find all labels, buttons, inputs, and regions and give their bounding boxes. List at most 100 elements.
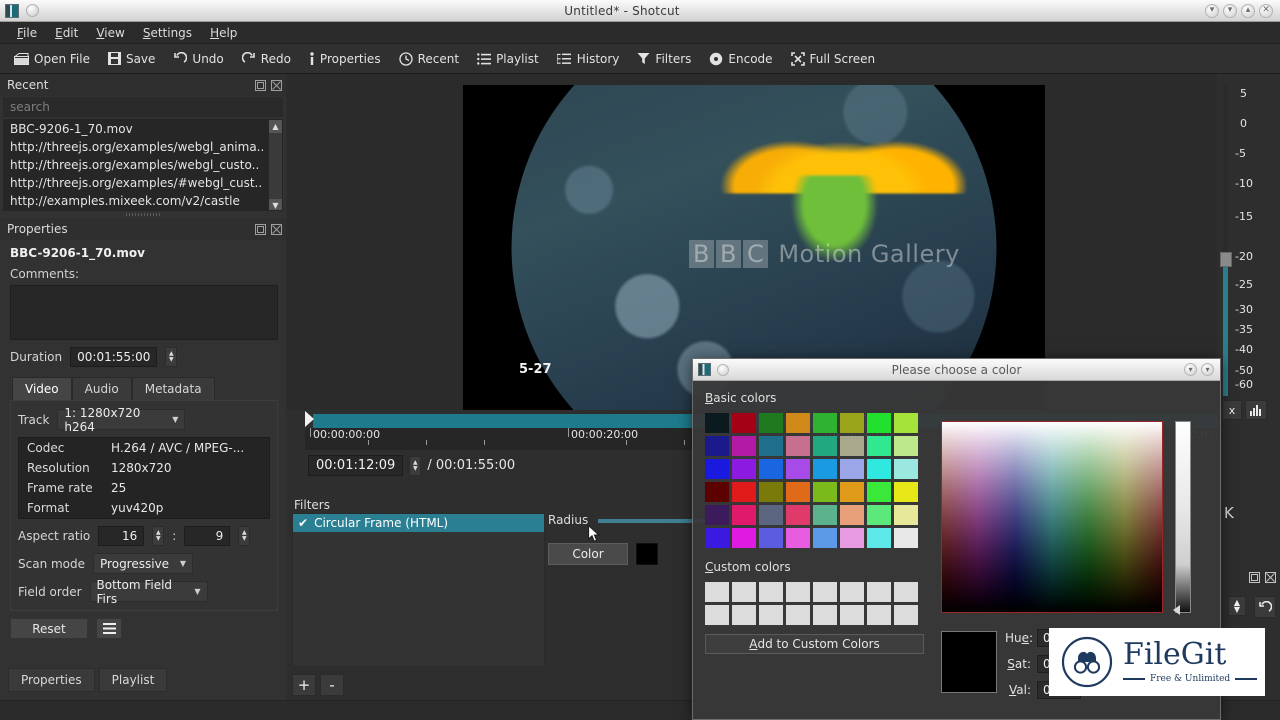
custom-color-swatch[interactable] [705,582,729,602]
shade-button[interactable]: ▾ [1205,3,1219,18]
undo-icon[interactable] [1254,596,1276,618]
audio-meter[interactable]: 5 0 -5 -10 -15 -20 -25 -30 -35 -40 -50 -… [1220,78,1278,408]
basic-color-swatch[interactable] [840,528,864,548]
bottom-tab-properties[interactable]: Properties [8,668,95,692]
basic-color-swatch[interactable] [705,459,729,479]
list-item[interactable]: http://threejs.org/examples/#webgl_cust.… [4,174,282,192]
remove-filter-button[interactable]: - [320,674,344,696]
tab-metadata[interactable]: Metadata [131,377,215,400]
custom-color-swatch[interactable] [759,605,783,625]
color-swatch[interactable] [636,543,658,565]
bottom-tab-playlist[interactable]: Playlist [98,668,168,692]
meter-handle[interactable] [1220,252,1232,267]
basic-color-swatch[interactable] [732,413,756,433]
basic-color-swatch[interactable] [894,482,918,502]
filter-checkbox[interactable]: ✔ [298,516,308,530]
maximize-button[interactable]: ▴ [1241,3,1255,18]
basic-color-swatch[interactable] [786,436,810,456]
dialog-close-button[interactable]: ▾ [1201,363,1214,376]
toolbar-full-screen[interactable]: Full Screen [783,49,884,69]
basic-color-swatch[interactable] [840,505,864,525]
dock-splitter[interactable] [0,211,286,218]
custom-color-swatch[interactable] [867,605,891,625]
menu-help[interactable]: Help [201,24,246,42]
basic-color-swatch[interactable] [705,505,729,525]
custom-color-swatch[interactable] [786,605,810,625]
basic-color-swatch[interactable] [813,436,837,456]
meter-icon[interactable] [1245,400,1267,420]
custom-color-swatch[interactable] [813,605,837,625]
basic-color-swatch[interactable] [867,528,891,548]
vertical-resize-icon[interactable]: ▲ ▼ [1228,596,1246,616]
dialog-menu-icon[interactable] [717,363,729,376]
basic-color-swatch[interactable] [732,505,756,525]
toolbar-filters[interactable]: Filters [629,49,699,69]
basic-color-swatch[interactable] [840,482,864,502]
playhead-icon[interactable] [305,411,314,427]
track-combo[interactable]: 1: 1280x720 h264 ▼ [57,406,186,434]
basic-color-swatch[interactable] [732,436,756,456]
basic-color-swatch[interactable] [759,528,783,548]
duration-stepper[interactable]: ▲ ▼ [165,347,178,367]
basic-color-swatch[interactable] [759,505,783,525]
float-icon[interactable] [1249,572,1260,583]
duration-value[interactable]: 00:01:55:00 [70,347,158,367]
custom-color-swatch[interactable] [813,582,837,602]
float-icon[interactable] [255,79,266,91]
basic-color-swatch[interactable] [759,459,783,479]
properties-menu-button[interactable] [96,618,122,639]
basic-color-swatch[interactable] [759,436,783,456]
list-item[interactable]: http://threejs.org/examples/webgl_anima.… [4,138,282,156]
basic-color-swatch[interactable] [759,413,783,433]
dialog-shade-button[interactable]: ▾ [1184,363,1197,376]
tab-audio[interactable]: Audio [71,377,132,400]
basic-color-swatch[interactable] [894,459,918,479]
aspect-height-stepper[interactable]: ▲ ▼ [238,526,251,546]
add-to-custom-colors-button[interactable]: Add to Custom Colors [705,634,924,654]
list-item[interactable]: http://examples.mixeek.com/v2/castle [4,192,282,210]
toolbar-encode[interactable]: Encode [701,49,780,69]
basic-color-swatch[interactable] [732,482,756,502]
list-item[interactable]: http://threejs.org/examples/webgl_custo.… [4,156,282,174]
basic-color-swatch[interactable] [705,413,729,433]
basic-color-swatch[interactable] [786,413,810,433]
basic-color-swatch[interactable] [867,482,891,502]
menu-file[interactable]: File [8,24,46,42]
toolbar-undo[interactable]: Undo [165,49,231,69]
close-icon[interactable] [1265,572,1276,583]
basic-color-swatch[interactable] [786,459,810,479]
toolbar-open-file[interactable]: Open File [6,49,98,69]
basic-color-swatch[interactable] [705,436,729,456]
current-timecode-input[interactable]: 00:01:12:09 [308,455,404,476]
toolbar-properties[interactable]: Properties [301,49,389,69]
custom-color-swatch[interactable] [732,582,756,602]
custom-color-swatch[interactable] [840,582,864,602]
list-item[interactable]: BBC-9206-1_70.mov [4,120,282,138]
close-icon[interactable] [271,223,282,235]
close-icon[interactable] [271,79,282,91]
basic-color-swatch[interactable] [867,436,891,456]
toolbar-recent[interactable]: Recent [391,49,467,69]
scroll-up-icon[interactable]: ▲ [269,120,282,133]
scroll-down-icon[interactable]: ▼ [269,199,282,210]
color-button[interactable]: Color [548,543,628,565]
recent-list-scrollbar[interactable]: ▲ ▼ [269,120,282,210]
custom-color-swatch[interactable] [786,582,810,602]
basic-color-swatch[interactable] [813,459,837,479]
basic-color-swatch[interactable] [786,482,810,502]
add-filter-button[interactable]: + [292,674,316,696]
aspect-width-input[interactable]: 16 [98,526,145,546]
tab-video[interactable]: Video [12,377,72,400]
toolbar-playlist[interactable]: Playlist [469,49,547,69]
aspect-height-input[interactable]: 9 [184,526,231,546]
basic-color-swatch[interactable] [867,459,891,479]
float-icon[interactable] [255,223,266,235]
list-item[interactable]: ✔ Circular Frame (HTML) [293,514,544,532]
basic-color-swatch[interactable] [894,413,918,433]
recent-list[interactable]: BBC-9206-1_70.mov http://threejs.org/exa… [3,119,283,211]
custom-color-swatch[interactable] [705,605,729,625]
basic-color-swatch[interactable] [705,528,729,548]
value-strip[interactable] [1175,421,1191,613]
close-icon[interactable]: x [1222,400,1242,420]
menu-settings[interactable]: Settings [134,24,201,42]
